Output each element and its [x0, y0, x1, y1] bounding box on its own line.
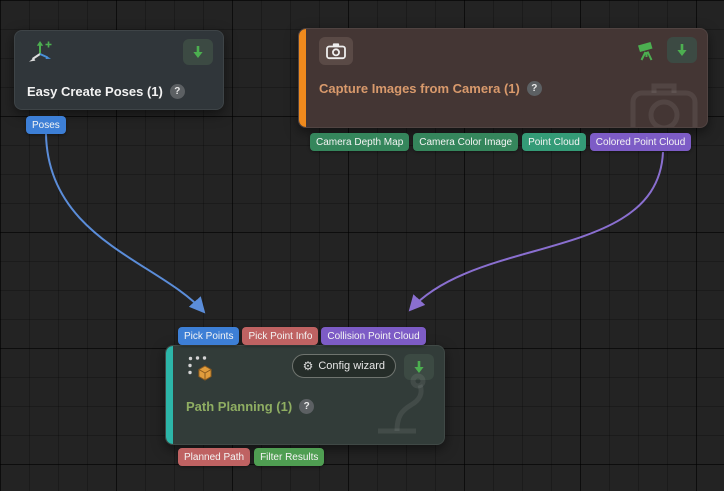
port-pick-point-info[interactable]: Pick Point Info: [242, 327, 318, 345]
help-icon[interactable]: ?: [299, 399, 314, 414]
config-wizard-label: Config wizard: [318, 360, 385, 372]
port-planned-path[interactable]: Planned Path: [178, 448, 250, 466]
download-step-button[interactable]: [667, 37, 697, 63]
node-accent-bar: [166, 346, 173, 444]
pose-axes-icon: [27, 39, 53, 70]
camera-viewer-icon[interactable]: [635, 40, 659, 62]
camera-node-icon: [319, 37, 353, 65]
gear-icon: ⚙: [303, 360, 314, 372]
download-step-button[interactable]: [404, 354, 434, 380]
node-capture-images-from-camera[interactable]: Capture Images from Camera (1) ?: [298, 28, 708, 128]
port-pick-points[interactable]: Pick Points: [178, 327, 239, 345]
easy-create-poses-output-ports: Poses: [26, 116, 66, 134]
node-graph-canvas[interactable]: Easy Create Poses (1) ?: [0, 0, 724, 491]
path-planning-output-ports: Planned Path Filter Results: [178, 448, 324, 466]
download-arrow-icon: [675, 43, 689, 57]
port-filter-results[interactable]: Filter Results: [254, 448, 324, 466]
download-arrow-icon: [191, 45, 205, 59]
wire-poses-to-pick-points[interactable]: [46, 134, 204, 312]
port-point-cloud[interactable]: Point Cloud: [522, 133, 586, 151]
help-icon[interactable]: ?: [527, 81, 542, 96]
capture-camera-output-ports: Camera Depth Map Camera Color Image Poin…: [310, 133, 691, 151]
port-colored-point-cloud[interactable]: Colored Point Cloud: [590, 133, 692, 151]
node-title: Path Planning (1): [186, 399, 292, 414]
node-path-planning[interactable]: ⚙ Config wizard Path Planning (1) ?: [165, 345, 445, 445]
node-accent-bar: [299, 29, 306, 127]
path-planning-input-ports: Pick Points Pick Point Info Collision Po…: [178, 327, 426, 345]
path-planning-node-icon: [186, 354, 214, 387]
port-collision-point-cloud[interactable]: Collision Point Cloud: [321, 327, 425, 345]
node-title: Easy Create Poses (1): [27, 84, 163, 99]
wire-colored-point-cloud-to-collision-point-cloud[interactable]: [410, 152, 663, 310]
node-easy-create-poses[interactable]: Easy Create Poses (1) ?: [14, 30, 224, 110]
port-camera-depth-map[interactable]: Camera Depth Map: [310, 133, 409, 151]
download-arrow-icon: [412, 360, 426, 374]
port-poses[interactable]: Poses: [26, 116, 66, 134]
config-wizard-button[interactable]: ⚙ Config wizard: [292, 354, 396, 378]
node-title: Capture Images from Camera (1): [319, 81, 520, 96]
port-camera-color-image[interactable]: Camera Color Image: [413, 133, 518, 151]
help-icon[interactable]: ?: [170, 84, 185, 99]
download-step-button[interactable]: [183, 39, 213, 65]
